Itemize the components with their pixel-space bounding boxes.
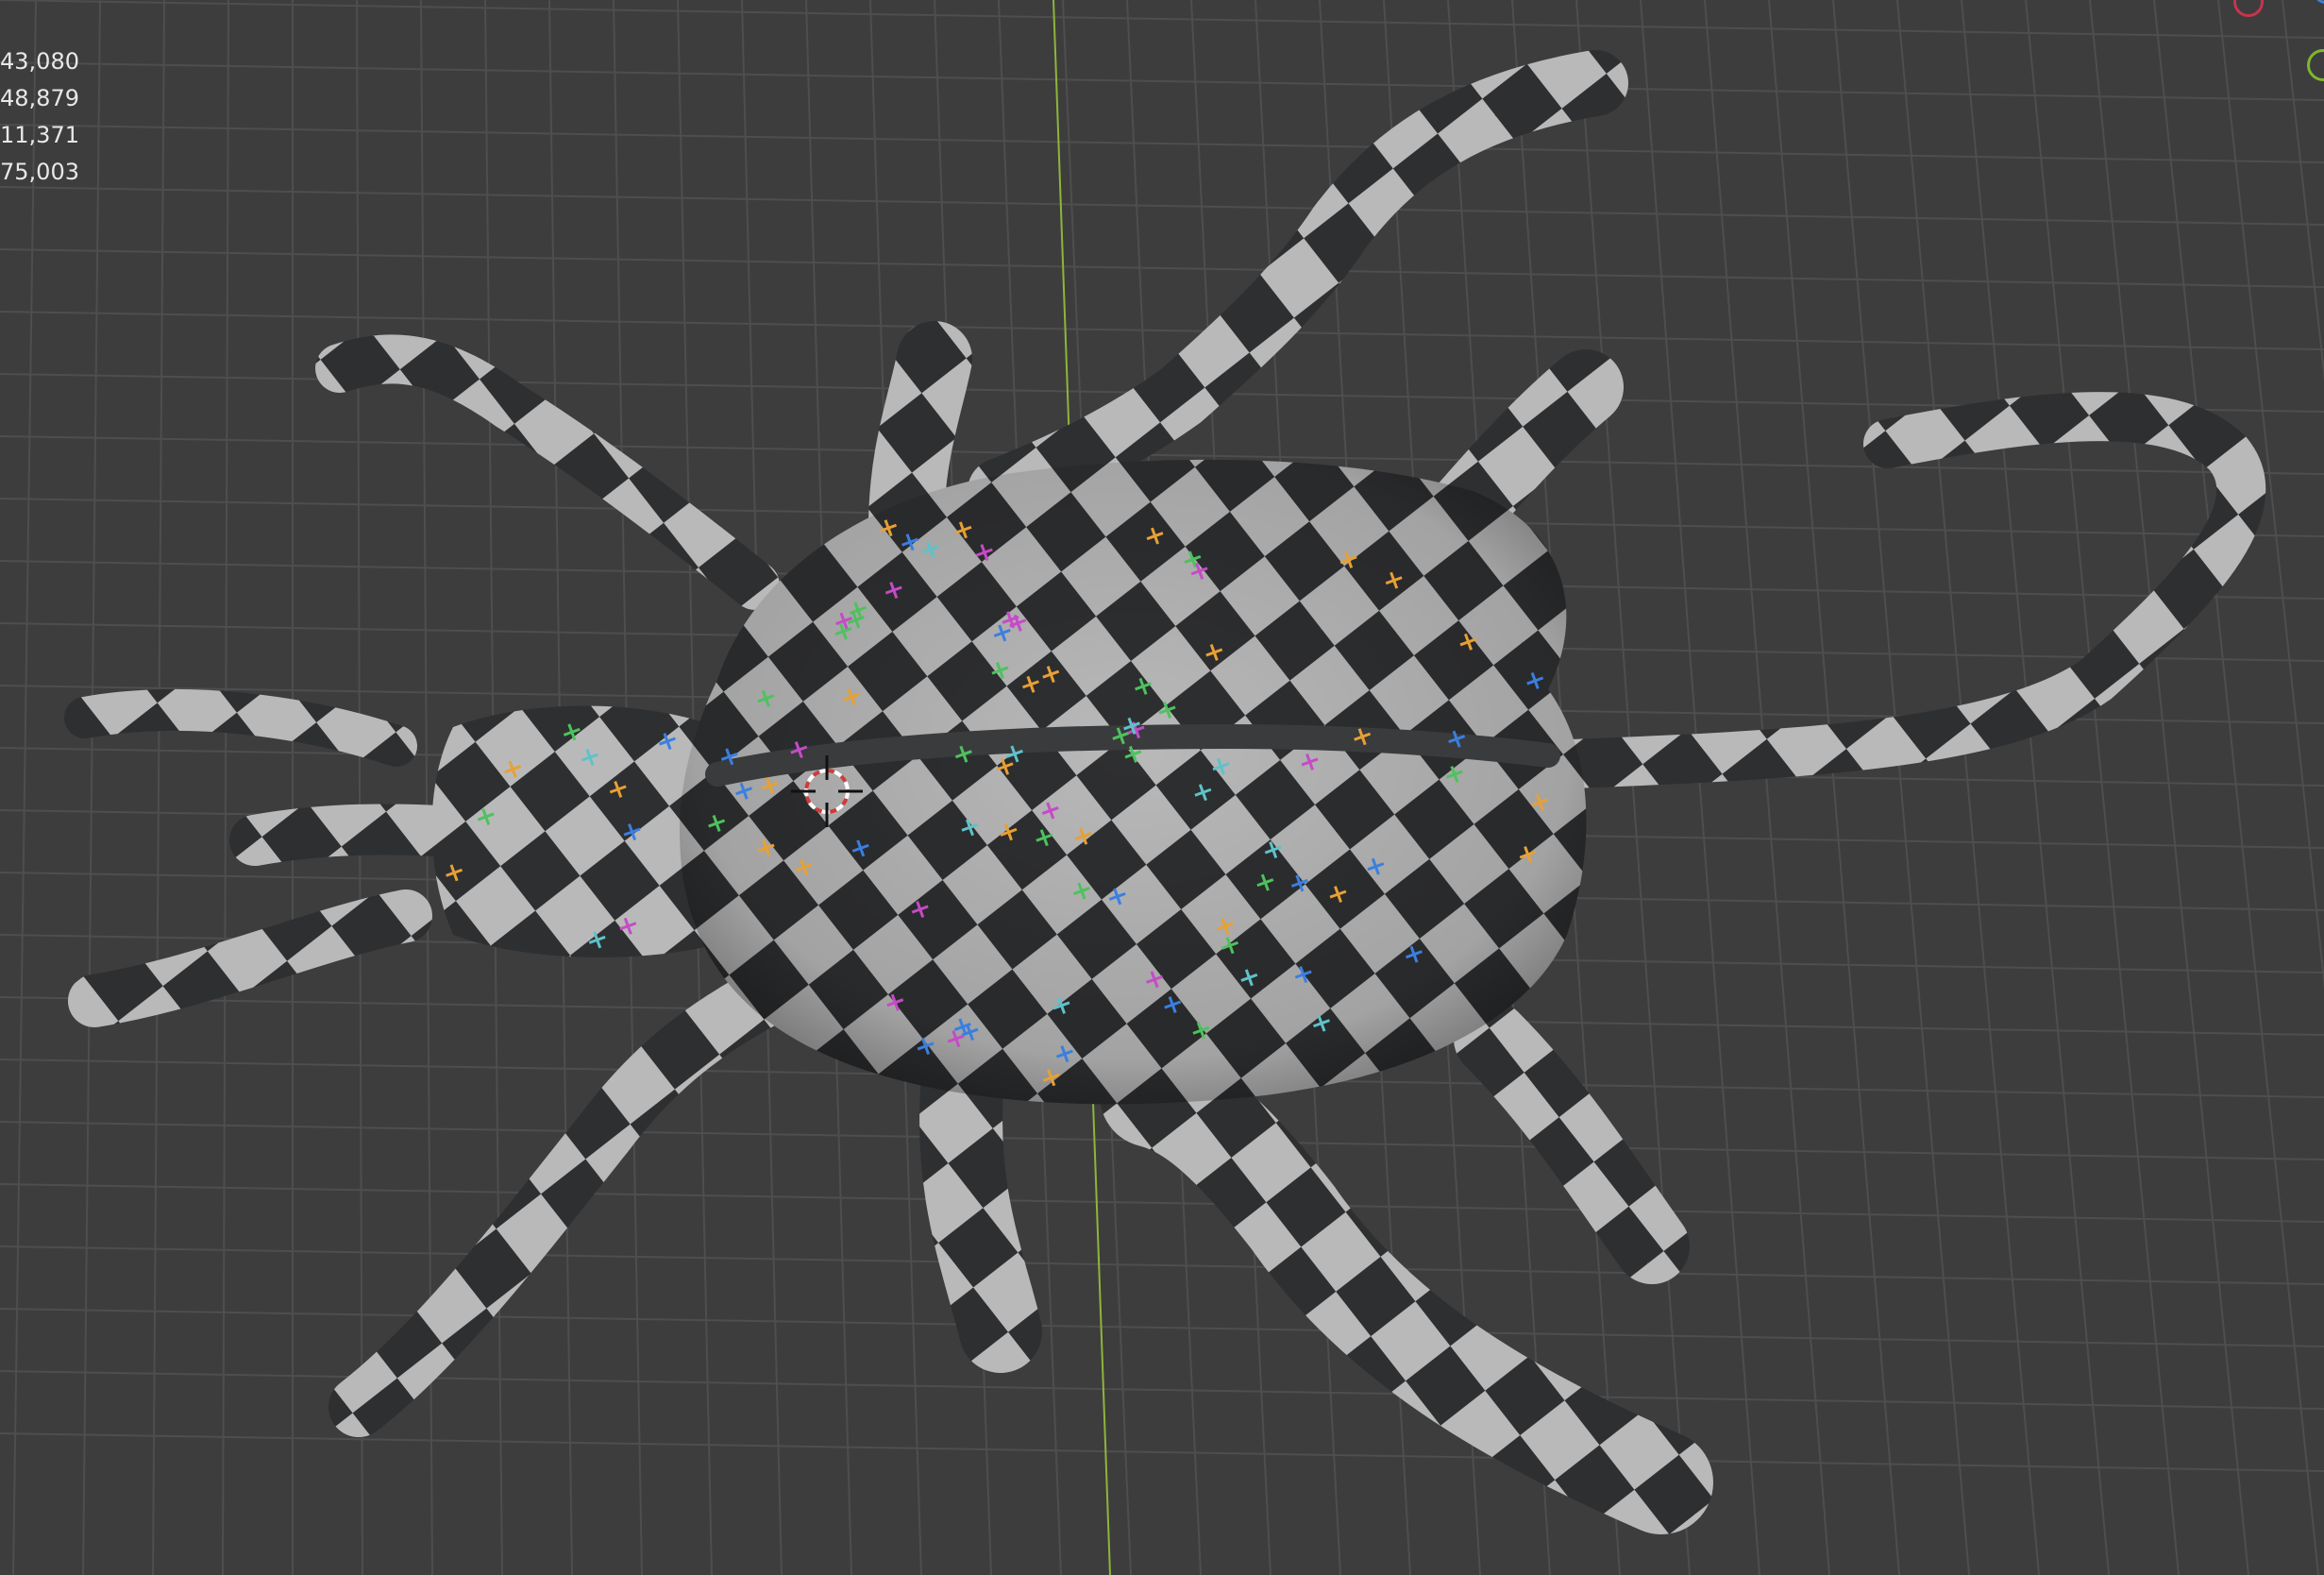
grid-line: [0, 1308, 2324, 1347]
grid-line: [0, 0, 2324, 39]
grid-line: [0, 1432, 2324, 1472]
grid-line: [152, 0, 165, 1575]
grid-line: [356, 0, 363, 1575]
grid-line: [2153, 0, 2319, 1575]
antenna-left-upper: [64, 688, 417, 767]
creature-mesh[interactable]: [64, 50, 2266, 1534]
grid-line: [1961, 0, 2110, 1575]
stat-objects: 43,080: [0, 48, 79, 75]
leg-lower-left: [328, 952, 823, 1437]
grid-line: [1896, 0, 2040, 1575]
grid-line: [1640, 0, 1760, 1575]
leg-upper-left: [315, 334, 780, 610]
grid-line: [222, 0, 229, 1575]
leg-lower-mid: [919, 1035, 1042, 1373]
3d-viewport[interactable]: 43,080 48,879 11,371 75,003: [0, 0, 2324, 1575]
grid-line: [0, 1245, 2324, 1285]
grid-line: [2089, 0, 2249, 1575]
grid-line: [0, 1183, 2324, 1223]
grid-line: [82, 0, 101, 1575]
grid-line: [12, 0, 37, 1575]
grid-line: [0, 61, 2324, 101]
grid-line: [0, 186, 2324, 226]
leg-lower-right: [1454, 1001, 1690, 1284]
stat-edges: 11,371: [0, 122, 79, 148]
scene-statistics: 43,080 48,879 11,371 75,003: [0, 43, 79, 191]
stat-faces: 75,003: [0, 159, 79, 185]
viewport-scene[interactable]: [0, 0, 2324, 1575]
stat-vertices: 48,879: [0, 85, 79, 111]
body-shading: [680, 459, 1587, 1105]
grid-line: [0, 248, 2324, 288]
grid-line: [2025, 0, 2180, 1575]
antenna-left-lower: [68, 889, 432, 1027]
